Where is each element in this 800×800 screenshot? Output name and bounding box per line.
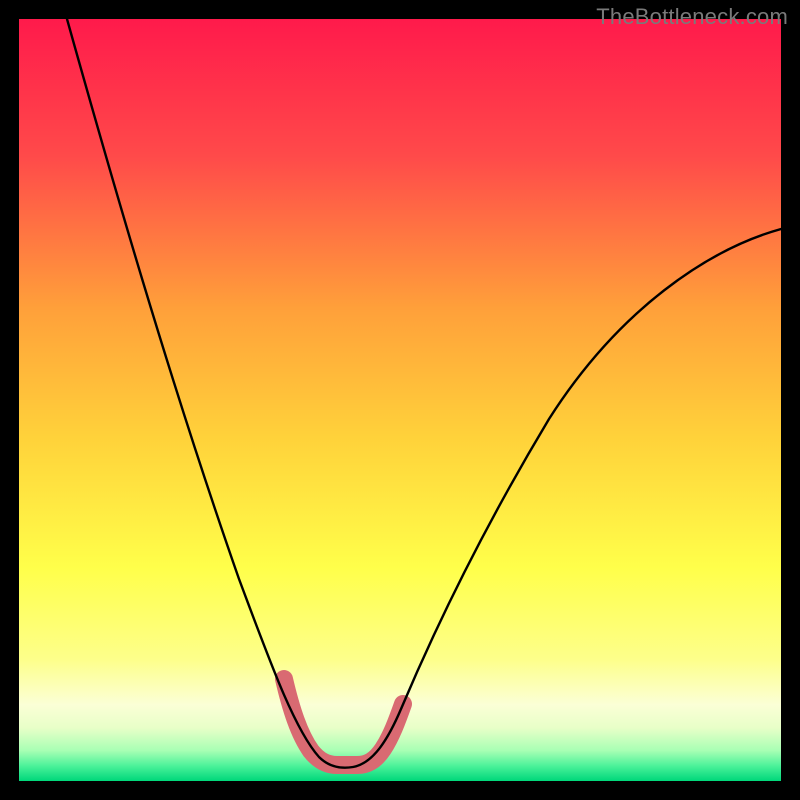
optimal-zone-highlight	[284, 679, 403, 765]
chart-frame	[19, 19, 781, 781]
curve-path	[67, 19, 781, 768]
watermark-text: TheBottleneck.com	[596, 4, 788, 30]
bottleneck-curve	[19, 19, 781, 781]
